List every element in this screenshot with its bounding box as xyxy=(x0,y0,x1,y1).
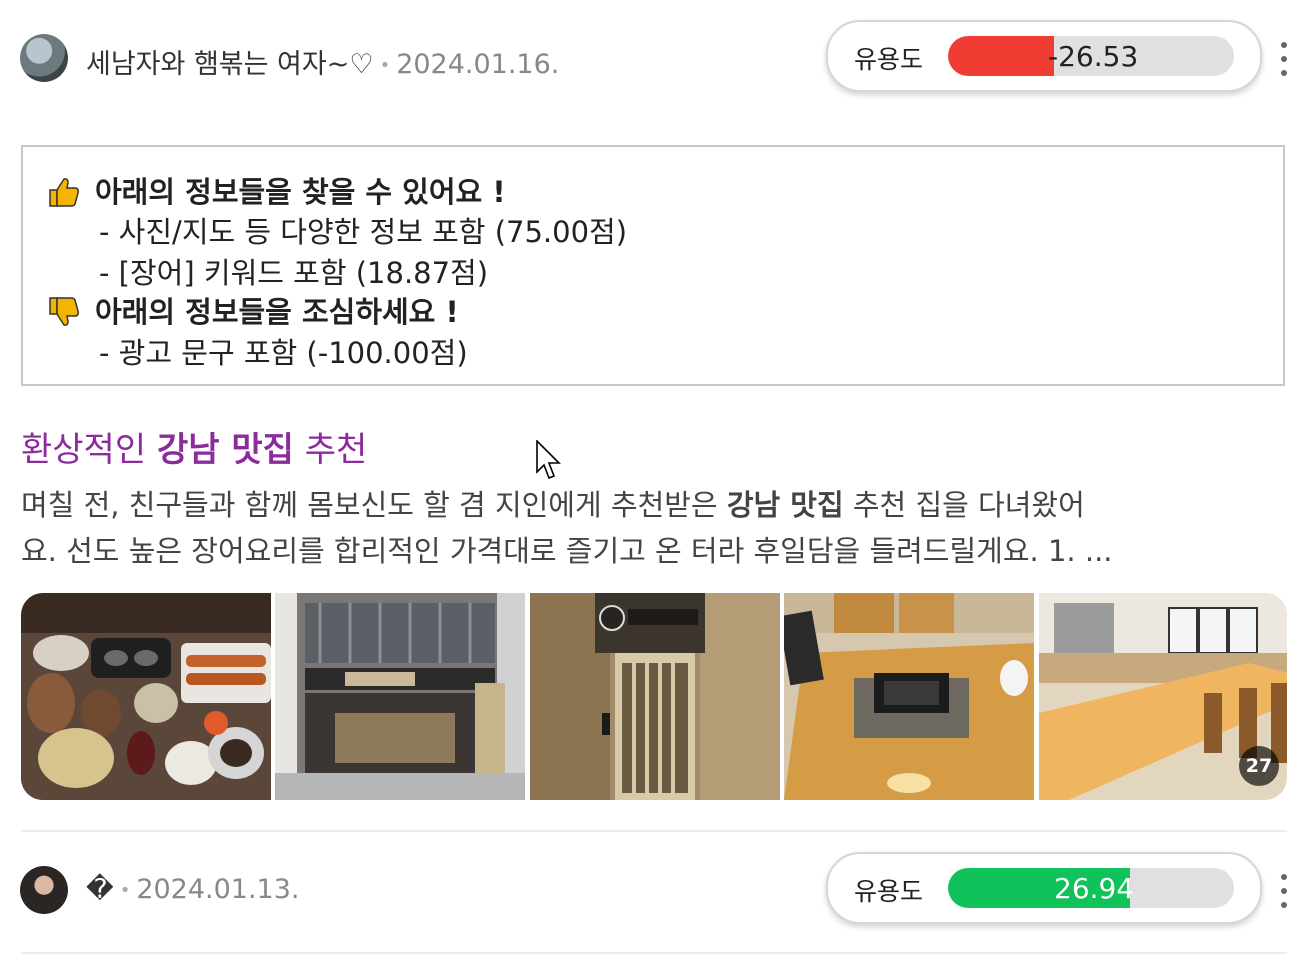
usefulness-value: -26.53 xyxy=(1048,40,1139,73)
bar-counter-photo[interactable]: 27 xyxy=(1039,593,1287,800)
post-header: 세남자와 햄볶는 여자~♡ • 2024.01.16. 유용도 -26.53 xyxy=(20,20,1296,100)
snippet-text: 요. 선도 높은 장어요리를 합리적인 가격대로 즐기고 온 터라 후일담을 들… xyxy=(21,534,1113,568)
article-title[interactable]: 환상적인 강남 맛집 추천 xyxy=(21,422,367,471)
usefulness-label: 유용도 xyxy=(854,45,924,74)
usefulness-track: 26.94 xyxy=(948,868,1234,908)
usefulness-track: -26.53 xyxy=(948,36,1234,76)
positive-item: - 사진/지도 등 다양한 정보 포함 (75.00점) xyxy=(99,215,628,249)
more-options-icon[interactable] xyxy=(1279,874,1289,908)
negative-item: - 광고 문구 포함 (-100.00점) xyxy=(99,336,468,370)
author-line: � • 2024.01.13. xyxy=(86,874,300,905)
more-options-icon[interactable] xyxy=(1279,42,1289,76)
post-divider xyxy=(21,830,1287,832)
title-text: 추천 xyxy=(293,430,368,470)
author-avatar[interactable] xyxy=(20,866,68,914)
negative-heading: 아래의 정보들을 조심하세요 ! xyxy=(95,295,459,329)
positive-item: - [장어] 키워드 포함 (18.87점) xyxy=(99,256,489,290)
mouse-cursor-icon xyxy=(536,440,561,480)
snippet-text: 며칠 전, 친구들과 함께 몸보신도 할 겸 지인에게 추천받은 xyxy=(21,488,727,522)
info-summary-box: 아래의 정보들을 찾을 수 있어요 ! - 사진/지도 등 다양한 정보 포함 … xyxy=(21,145,1285,386)
photo-count-badge: 27 xyxy=(1239,746,1279,786)
title-text: 환상적인 xyxy=(21,430,157,470)
post-date: 2024.01.16. xyxy=(396,49,560,80)
usefulness-value: 26.94 xyxy=(1054,872,1135,905)
article-snippet[interactable]: 며칠 전, 친구들과 함께 몸보신도 할 겸 지인에게 추천받은 강남 맛집 추… xyxy=(21,482,1293,574)
table-grill-photo[interactable] xyxy=(784,593,1034,800)
separator-dot: • xyxy=(379,55,391,76)
author-line: 세남자와 햄볶는 여자~♡ • 2024.01.16. xyxy=(86,42,559,81)
author-name[interactable]: 세남자와 햄볶는 여자~♡ xyxy=(86,49,374,80)
usefulness-fill xyxy=(948,36,1054,76)
usefulness-label: 유용도 xyxy=(854,877,924,906)
photo-gallery: 27 xyxy=(21,593,1287,800)
post-header: � • 2024.01.13. 유용도 26.94 xyxy=(20,852,1296,932)
author-name[interactable]: � xyxy=(86,874,114,905)
separator-dot: • xyxy=(119,880,131,901)
restaurant-exterior-photo[interactable] xyxy=(275,593,525,800)
positive-heading: 아래의 정보들을 찾을 수 있어요 ! xyxy=(95,175,506,209)
food-table-photo[interactable] xyxy=(21,593,271,800)
post-date: 2024.01.13. xyxy=(136,874,300,905)
post-divider xyxy=(21,952,1287,954)
usefulness-meter: 유용도 -26.53 xyxy=(826,20,1262,92)
thumbs-up-icon xyxy=(49,178,79,207)
usefulness-meter: 유용도 26.94 xyxy=(826,852,1262,924)
snippet-text: 추천 집을 다녀왔어 xyxy=(843,488,1085,522)
title-keyword: 강남 맛집 xyxy=(156,430,294,470)
author-avatar[interactable] xyxy=(20,34,68,82)
snippet-keyword: 강남 맛집 xyxy=(726,488,844,522)
thumbs-down-icon xyxy=(49,297,79,326)
restaurant-entrance-photo[interactable] xyxy=(530,593,780,800)
